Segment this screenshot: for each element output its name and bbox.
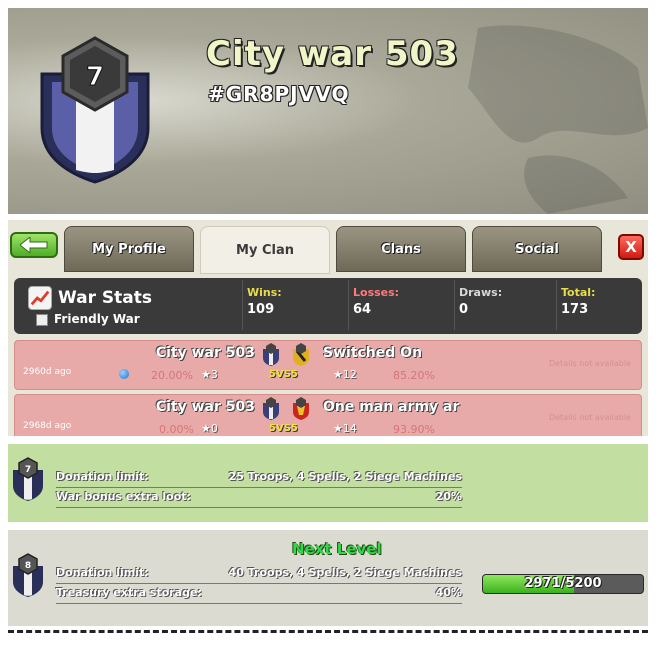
perk-label: Donation limit:: [56, 470, 149, 483]
war-size: 5VS5: [269, 369, 298, 380]
stat-value: 64: [353, 302, 372, 317]
opponent-stars: ★14: [333, 422, 357, 435]
next-level-title: Next Level: [292, 540, 382, 558]
our-stars: ★3: [201, 368, 218, 381]
perk-label: Treasury extra storage:: [56, 586, 202, 599]
opponent-stars-count: 14: [342, 422, 357, 435]
tab-my-profile[interactable]: My Profile: [64, 226, 194, 272]
clan-badge-icon: 7: [40, 36, 150, 184]
war-log-row[interactable]: 2968d ago 0.00% ★0 City war 503 5VS5 One…: [14, 394, 642, 436]
war-details-note: Details not available: [548, 413, 631, 422]
war-log-row[interactable]: 2960d ago 20.00% ★3 City war 503 5VS5 Sw…: [14, 340, 642, 390]
stat-label: Wins:: [247, 286, 282, 299]
back-button[interactable]: [10, 232, 58, 258]
war-opponent-name: One man army ar: [323, 399, 460, 415]
opponent-destruction-percent: 85.20%: [393, 369, 435, 382]
perk-row: War bonus extra loot: 20%: [56, 488, 462, 508]
our-stars-count: 0: [210, 422, 218, 435]
tab-my-clan[interactable]: My Clan: [200, 226, 330, 274]
next-level-number: 8: [25, 561, 31, 571]
clan-xp-progress-bar: 2971/5200: [482, 574, 644, 594]
perk-value: 40 Troops, 4 Spells, 2 Siege Machines: [228, 566, 462, 579]
war-time-ago: 2968d ago: [23, 421, 72, 431]
opponent-destruction-percent: 93.90%: [393, 423, 435, 436]
perk-label: Donation limit:: [56, 566, 149, 579]
perk-row: Treasury extra storage: 40%: [56, 584, 462, 604]
war-time-ago: 2960d ago: [23, 367, 72, 377]
opponent-stars: ★12: [333, 368, 357, 381]
stat-losses: Losses: 64: [348, 280, 452, 330]
stat-label: Draws:: [459, 286, 503, 299]
clan-header-banner: 7 City war 503 #GR8PJVVQ: [8, 8, 648, 214]
clan-name: City war 503: [206, 34, 459, 74]
close-icon: X: [625, 238, 637, 256]
stat-value: 0: [459, 302, 469, 317]
our-stars-count: 3: [210, 368, 218, 381]
level-8-badge-icon: 8: [13, 553, 43, 597]
clan-xp-orb-icon: [119, 369, 129, 379]
stat-total: Total: 173: [556, 280, 648, 330]
opponent-clan-badge-icon: [293, 397, 309, 420]
perk-label: War bonus extra loot:: [56, 490, 191, 503]
war-stats-chart-icon: [28, 286, 52, 310]
back-arrow-icon: [20, 237, 48, 253]
friendly-war-checkbox[interactable]: [36, 314, 48, 326]
current-level-perks: 7 Donation limit: 25 Troops, 4 Spells, 2…: [8, 444, 648, 522]
level-7-badge-icon: 7: [13, 457, 43, 501]
our-clan-badge-icon: [263, 343, 279, 366]
clan-level-number: 7: [86, 62, 104, 92]
tab-bar: My Profile My Clan Clans Social X: [8, 220, 648, 274]
war-size: 5VS5: [269, 423, 298, 434]
stat-value: 173: [561, 302, 589, 317]
next-level-perks: Next Level 8 Donation limit: 40 Troops, …: [8, 530, 648, 626]
tab-social[interactable]: Social: [472, 226, 602, 272]
war-stats-section: War Stats Friendly War Wins: 109 Losses:…: [8, 274, 648, 436]
close-button[interactable]: X: [618, 234, 644, 260]
current-level-number: 7: [25, 465, 31, 475]
war-details-note: Details not available: [548, 359, 631, 368]
war-opponent-name: Switched On: [323, 345, 423, 361]
war-clan-name: City war 503: [155, 399, 255, 415]
perk-value: 25 Troops, 4 Spells, 2 Siege Machines: [228, 470, 462, 483]
section-divider: [8, 630, 648, 633]
stat-label: Total:: [561, 286, 596, 299]
stat-wins: Wins: 109: [242, 280, 346, 330]
perk-row: Donation limit: 25 Troops, 4 Spells, 2 S…: [56, 468, 462, 488]
war-stats-title: War Stats: [58, 288, 153, 308]
stat-draws: Draws: 0: [454, 280, 558, 330]
our-clan-badge-icon: [263, 397, 279, 420]
opponent-stars-count: 12: [342, 368, 357, 381]
perk-value: 20%: [435, 490, 462, 503]
clan-xp-text: 2971/5200: [524, 576, 602, 591]
our-destruction-percent: 0.00%: [159, 423, 194, 436]
tab-clans[interactable]: Clans: [336, 226, 466, 272]
stat-value: 109: [247, 302, 275, 317]
our-destruction-percent: 20.00%: [151, 369, 193, 382]
friendly-war-label: Friendly War: [54, 312, 140, 326]
opponent-clan-badge-icon: [293, 343, 309, 366]
perk-row: Donation limit: 40 Troops, 4 Spells, 2 S…: [56, 564, 462, 584]
war-stats-summary: War Stats Friendly War Wins: 109 Losses:…: [14, 278, 642, 334]
our-stars: ★0: [201, 422, 218, 435]
clan-tag[interactable]: #GR8PJVVQ: [208, 82, 350, 106]
stat-label: Losses:: [353, 286, 400, 299]
perk-value: 40%: [435, 586, 462, 599]
war-clan-name: City war 503: [155, 345, 255, 361]
